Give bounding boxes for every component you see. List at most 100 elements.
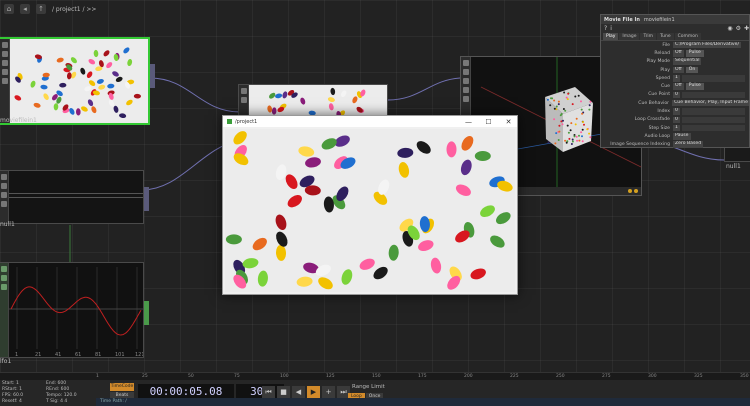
close-button[interactable]: ✕	[500, 118, 517, 126]
param-value[interactable]: Pause	[673, 133, 691, 140]
param-rows: File C:/Program Files/Derivative/Reload Of…	[601, 41, 749, 149]
network-editor[interactable]: ⌂ ◂ ↑ / project1 / >> moviefilein1 null1…	[0, 0, 750, 378]
param-row: Cue Behavior Cue Behavior, Play, Input Fr…	[601, 99, 749, 107]
param-button[interactable]: Pulse	[685, 50, 704, 57]
time-info: Start: 1 End: 600 RStart: 1 REnd: 600 FPS: 6…	[2, 381, 94, 405]
graph-axis-label: 1	[15, 352, 18, 357]
timeline-tick: 75	[234, 374, 240, 379]
timeline-tick: 300	[648, 374, 657, 379]
time-info-item[interactable]: FPS: 60.0	[2, 393, 23, 398]
lfo-chop-operator[interactable]: 1 21 41 61 81 101 121	[0, 262, 149, 358]
param-row: Step Size 1	[601, 124, 749, 132]
timeline-tick: 175	[418, 374, 427, 379]
param-button[interactable]: Pulse	[685, 83, 704, 90]
param-row: Index 0	[601, 107, 749, 115]
param-value[interactable]: Off	[673, 50, 684, 57]
param-label: Play Mode	[646, 59, 670, 65]
timeline-tick: 125	[326, 374, 335, 379]
param-label: Cue Behavior	[638, 100, 670, 106]
param-row: Cue Point 0	[601, 91, 749, 99]
param-label: Play	[660, 67, 670, 73]
timeline-tick: 250	[556, 374, 565, 379]
eye-icon[interactable]: ◉	[727, 25, 732, 32]
right-null-label: null1	[726, 163, 741, 170]
time-info-item[interactable]: T Sig: 4 4	[46, 399, 67, 404]
param-value[interactable]: 0	[673, 116, 680, 124]
param-value[interactable]: Off	[673, 66, 684, 74]
info-icon[interactable]: i	[610, 25, 612, 32]
timeline-ruler[interactable]: 1 25 50 75 100 125 150 175 200 225 250 275 300 325 350	[0, 372, 750, 380]
output-connector[interactable]	[150, 64, 155, 89]
add-icon[interactable]: ✚	[744, 25, 749, 32]
param-value[interactable]: Cue Behavior, Play, Input Frame	[672, 99, 749, 107]
param-label: File	[662, 42, 670, 48]
param-row: File C:/Program Files/Derivative/	[601, 41, 749, 49]
param-label: Step Size	[648, 125, 670, 131]
param-value[interactable]: Off	[673, 83, 684, 90]
lfo-graph: 1 21 41 61 81 101 121	[9, 263, 143, 357]
preview-image	[225, 129, 515, 292]
timeline-tick: 1	[96, 374, 99, 379]
status-strip: Time Path: /	[96, 398, 750, 406]
time-info-item[interactable]: End: 600	[46, 381, 66, 386]
range-limit-label: Range Limit	[352, 384, 385, 390]
param-slider[interactable]	[681, 75, 745, 82]
timeline-tick: 350	[740, 374, 749, 379]
timecode-toggle[interactable]: TimeCode	[110, 383, 134, 391]
param-tab-play[interactable]: Play	[603, 33, 619, 40]
operator-flags[interactable]	[0, 39, 10, 123]
time-info-item[interactable]: Start: 1	[2, 381, 19, 386]
param-value[interactable]: 1	[673, 75, 680, 82]
time-info-item[interactable]: REnd: 600	[46, 387, 69, 392]
param-tab-common[interactable]: Common	[674, 33, 701, 40]
param-op-name[interactable]: moviefilein1	[644, 17, 675, 23]
app-icon	[227, 119, 232, 124]
param-button[interactable]: On	[685, 66, 699, 74]
null-operator[interactable]	[0, 170, 149, 224]
param-slider[interactable]	[681, 108, 745, 115]
time-info-item[interactable]: Resetf: 4	[2, 399, 22, 404]
param-row: Loop Crossfade 0	[601, 116, 749, 124]
param-slider[interactable]	[681, 91, 745, 99]
graph-axis-label: 121	[135, 352, 143, 357]
param-value[interactable]: Sequential	[673, 58, 702, 65]
window-title: /project1	[235, 118, 258, 125]
moviefilein-operator[interactable]	[0, 37, 155, 125]
param-tab-trim[interactable]: Trim	[640, 33, 657, 40]
parameter-panel[interactable]: Movie File In moviefilein1 ? i ◉ ⚙ ✚ Pla…	[600, 14, 750, 148]
param-row: Play Off On	[601, 66, 749, 74]
param-row: Reload Off Pulse	[601, 49, 749, 57]
null-label: null1	[0, 221, 15, 228]
window-titlebar[interactable]: /project1 — ☐ ✕	[223, 116, 517, 127]
param-icon-row: ? i ◉ ⚙ ✚	[601, 24, 749, 33]
maximize-button[interactable]: ☐	[480, 118, 497, 126]
jellybean-thumbnail-image	[10, 39, 148, 123]
param-slider[interactable]	[681, 116, 745, 124]
param-label: Index	[657, 109, 670, 115]
time-info-item[interactable]: RStart: 1	[2, 387, 22, 392]
preview-window[interactable]: /project1 — ☐ ✕	[222, 115, 518, 295]
param-label: Image Sequence Indexing	[610, 142, 670, 148]
timeline-tick: 275	[602, 374, 611, 379]
param-row: Image Sequence Indexing Zero Based	[601, 141, 749, 149]
moviefilein-thumbnail	[10, 39, 148, 123]
param-tab-tune[interactable]: Tune	[657, 33, 674, 40]
param-value[interactable]: C:/Program Files/Derivative/	[673, 41, 742, 49]
graph-axis-label: 81	[95, 352, 101, 357]
param-label: Cue Point	[648, 92, 670, 98]
jellybean-photo	[225, 129, 515, 292]
help-icon[interactable]: ?	[604, 25, 607, 32]
param-value[interactable]: Zero Based	[673, 141, 704, 148]
minimize-button[interactable]: —	[460, 118, 477, 126]
param-value[interactable]: 0	[673, 91, 680, 99]
moviefilein-label: moviefilein1	[0, 117, 37, 124]
param-row: Audio Loop Pause	[601, 132, 749, 140]
timeline-tick: 100	[280, 374, 289, 379]
param-tab-image[interactable]: Image	[619, 33, 640, 40]
time-info-item[interactable]: Tempo: 120.0	[46, 393, 77, 398]
param-slider[interactable]	[681, 124, 745, 132]
gear-icon[interactable]: ⚙	[736, 25, 741, 32]
param-tabs: Play Image Trim Tune Common	[601, 33, 749, 41]
param-value[interactable]: 0	[673, 108, 680, 115]
param-value[interactable]: 1	[673, 124, 680, 132]
